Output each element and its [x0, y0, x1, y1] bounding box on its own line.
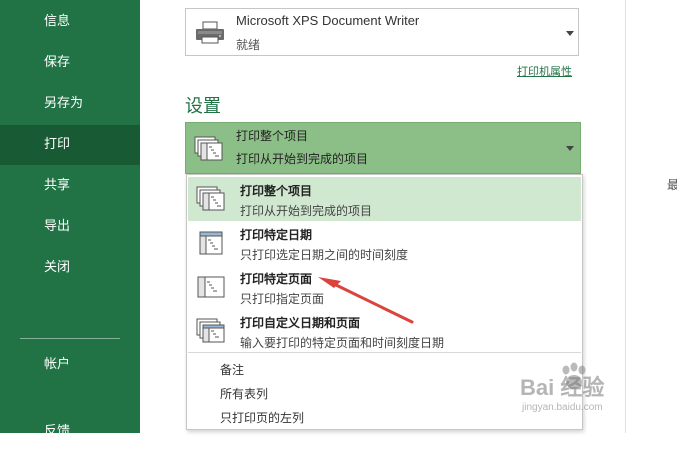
preview-edge-text: 最 [667, 178, 677, 192]
baidu-watermark: Bai 经验 jingyan.baidu.com [520, 362, 670, 424]
watermark-url: jingyan.baidu.com [522, 402, 603, 413]
watermark-text: Bai 经验 [520, 375, 605, 400]
